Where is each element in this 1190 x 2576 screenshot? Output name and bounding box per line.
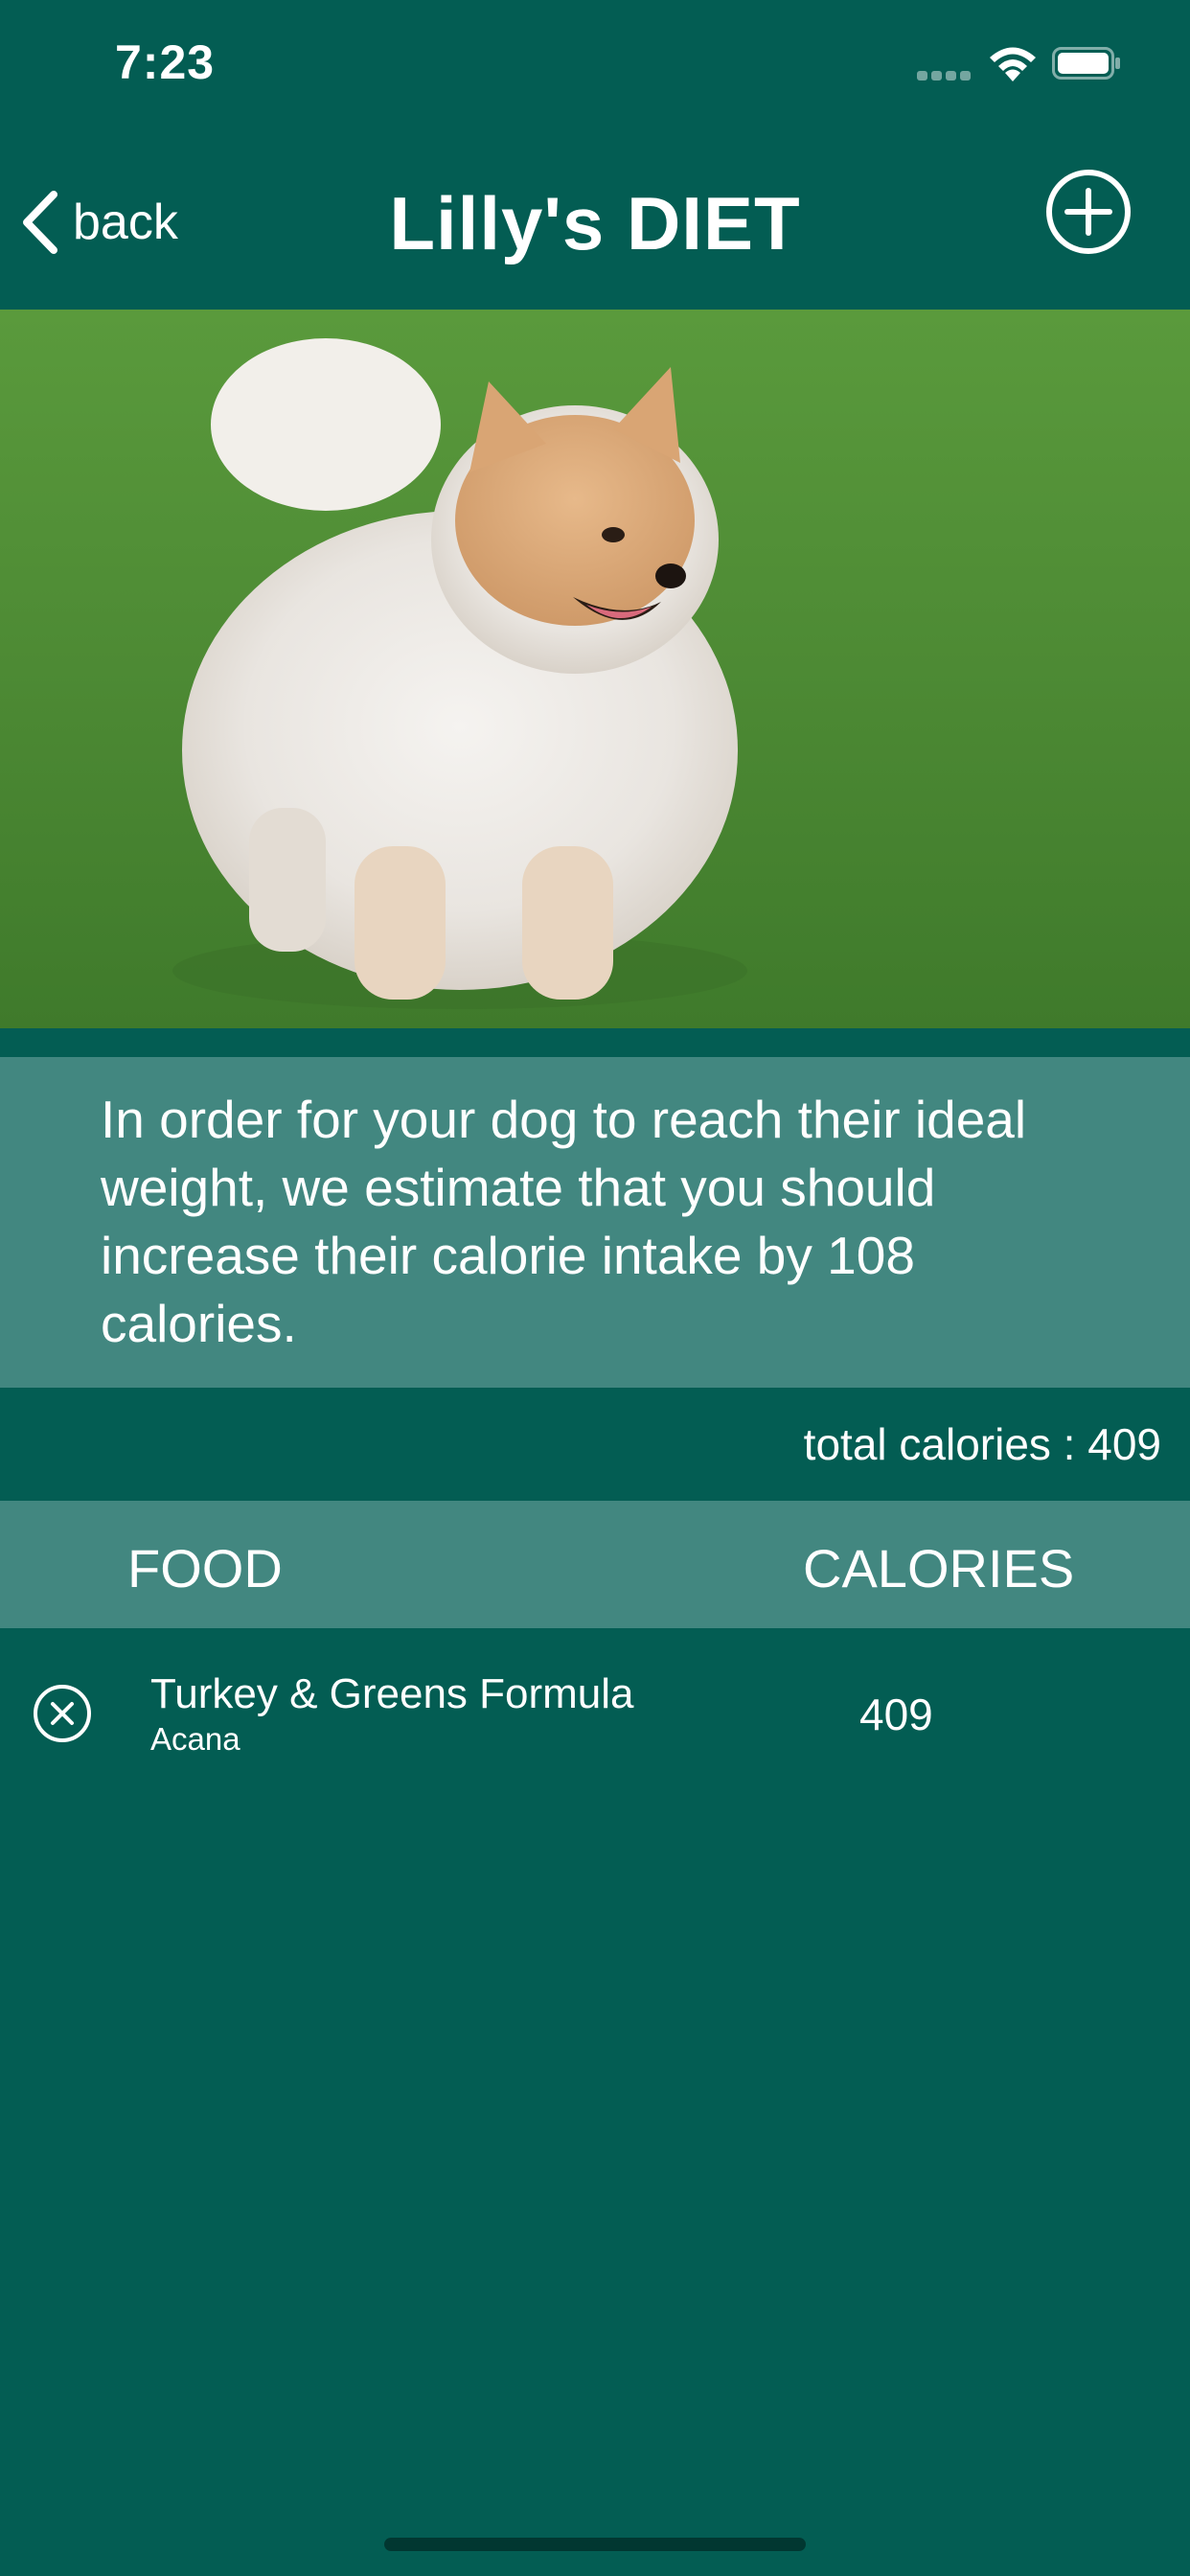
food-brand: Acana bbox=[150, 1721, 240, 1757]
recommendation-text: In order for your dog to reach their ide… bbox=[101, 1090, 1027, 1353]
column-header-calories: CALORIES bbox=[803, 1538, 1075, 1598]
food-name: Turkey & Greens Formula bbox=[150, 1670, 634, 1717]
plus-circle-icon[interactable] bbox=[1044, 168, 1133, 256]
recommendation-panel: In order for your dog to reach their ide… bbox=[0, 1057, 1190, 1388]
total-calories-label: total calories : 409 bbox=[803, 1419, 1161, 1469]
remove-circle-x-icon[interactable] bbox=[33, 1684, 92, 1743]
wifi-icon bbox=[990, 47, 1036, 81]
food-calories: 409 bbox=[859, 1690, 933, 1739]
status-time: 7:23 bbox=[115, 35, 216, 89]
table-header: FOOD CALORIES bbox=[0, 1501, 1190, 1628]
pomeranian-dog-illustration bbox=[0, 310, 1190, 1028]
cellular-signal-icon bbox=[917, 71, 973, 82]
separator-strip bbox=[0, 1028, 1190, 1057]
table-row[interactable]: Turkey & Greens Formula Acana 409 bbox=[0, 1629, 1190, 1797]
battery-icon bbox=[1052, 47, 1120, 80]
column-header-food: FOOD bbox=[127, 1538, 283, 1598]
status-bar: 7:23 bbox=[0, 0, 1190, 134]
page-title: Lilly's DIET bbox=[389, 181, 801, 265]
total-calories-row: total calories : 409 bbox=[0, 1388, 1190, 1501]
navigation-bar: back Lilly's DIET bbox=[0, 134, 1190, 310]
hero-dog-photo bbox=[0, 310, 1190, 1028]
home-indicator[interactable] bbox=[384, 2538, 806, 2551]
